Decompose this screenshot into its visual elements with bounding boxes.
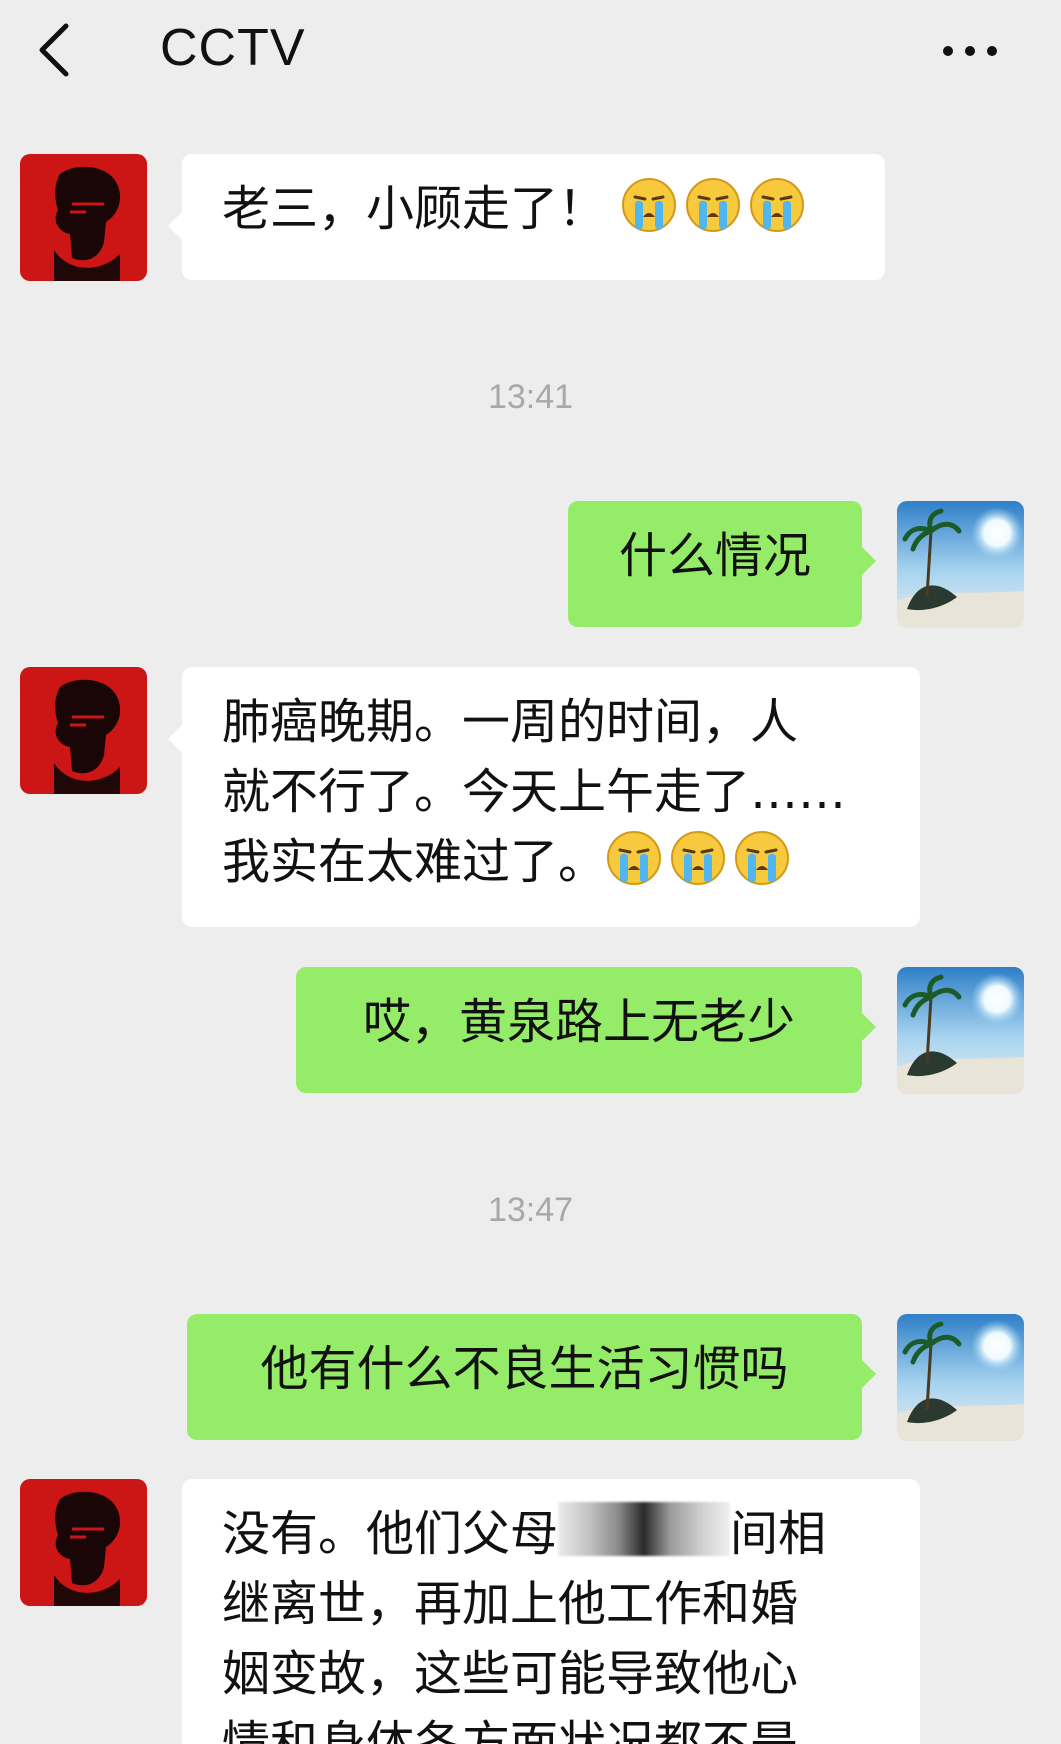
message-bubble-received[interactable]: 老三，小顾走了！: [168, 154, 885, 280]
my-avatar[interactable]: [897, 1314, 1024, 1441]
message-text: 没有。他们父母: [222, 1506, 559, 1562]
message-bubble-sent[interactable]: 什么情况: [568, 501, 876, 627]
message-text: 哎，黄泉路上无老少: [362, 994, 795, 1050]
message-text: 间相: [730, 1506, 827, 1562]
my-avatar[interactable]: [897, 967, 1024, 1094]
message-line: 肺癌晚期。一周的时间，人: [222, 694, 799, 750]
contact-avatar-image: [20, 154, 147, 281]
crying-face-icon: [749, 177, 805, 233]
my-avatar-image: [897, 967, 1024, 1094]
message-line: 继离世，再加上他工作和婚: [222, 1576, 799, 1632]
contact-avatar-image: [20, 1479, 147, 1606]
message-line: 就不行了。今天上午走了……: [222, 764, 847, 820]
message-line: 情和身体各方面状况都不是: [222, 1716, 799, 1744]
crying-face-icon: [621, 177, 677, 233]
message-text: 我实在太难过了。: [222, 834, 607, 890]
crying-face-icon: [670, 830, 726, 886]
chat-title: CCTV: [160, 19, 306, 77]
my-avatar-image: [897, 501, 1024, 628]
contact-avatar[interactable]: [20, 1479, 147, 1606]
message-line: 没有。他们父母 间相: [222, 1499, 880, 1569]
message-bubble-received[interactable]: 没有。他们父母 间相 继离世，再加上他工作和婚 姻变故，这些可能导致他心 情和身体…: [182, 1479, 920, 1744]
crying-face-icon: [606, 830, 662, 886]
redacted-blur: [558, 1502, 731, 1556]
message-bubble-sent[interactable]: 哎，黄泉路上无老少: [296, 967, 876, 1093]
more-dots-icon[interactable]: [938, 34, 1002, 68]
message-text: 什么情况: [618, 528, 811, 584]
message-text: 老三，小顾走了！: [222, 181, 607, 237]
chat-header: CCTV: [0, 0, 1061, 100]
message-bubble-received[interactable]: 肺癌晚期。一周的时间，人 就不行了。今天上午走了…… 我实在太难过了。: [168, 667, 920, 927]
contact-avatar[interactable]: [20, 667, 147, 794]
chevron-left-icon[interactable]: [30, 20, 80, 80]
message-text: 他有什么不良生活习惯吗: [260, 1341, 789, 1397]
message-line: 我实在太难过了。: [222, 827, 880, 897]
timestamp: 13:41: [487, 378, 574, 416]
my-avatar[interactable]: [897, 501, 1024, 628]
contact-avatar-image: [20, 667, 147, 794]
timestamp: 13:47: [487, 1191, 574, 1229]
message-line: 姻变故，这些可能导致他心: [222, 1646, 799, 1702]
message-bubble-sent[interactable]: 他有什么不良生活习惯吗: [187, 1314, 876, 1440]
contact-avatar[interactable]: [20, 154, 147, 281]
crying-face-icon: [685, 177, 741, 233]
crying-face-icon: [734, 830, 790, 886]
my-avatar-image: [897, 1314, 1024, 1441]
